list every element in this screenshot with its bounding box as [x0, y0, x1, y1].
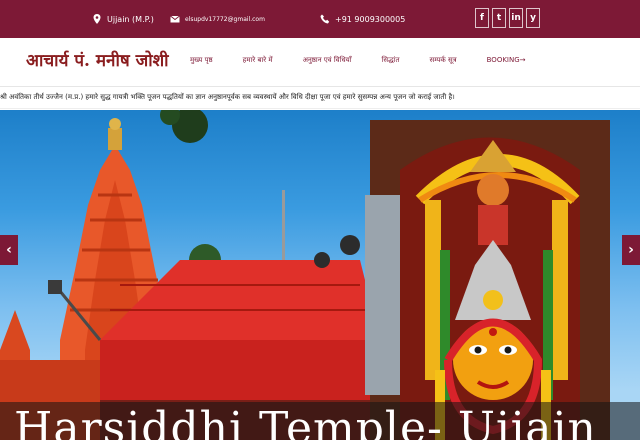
- email-text[interactable]: elsupdv17772@gmail.com: [185, 16, 265, 23]
- nav-item-principles[interactable]: सिद्धांत: [382, 56, 400, 65]
- site-logo[interactable]: आचार्य पं. मनीष जोशी: [26, 48, 169, 71]
- main-navbar: आचार्य पं. मनीष जोशी मुख्य पृष्ठ हमारे ब…: [0, 38, 640, 87]
- location-info: Ujjain (M.P.): [92, 0, 154, 38]
- phone-info[interactable]: +91 9009300005: [320, 0, 405, 38]
- chevron-right-icon: ›: [628, 242, 634, 258]
- phone-icon: [320, 14, 330, 24]
- map-marker-icon: [92, 14, 102, 24]
- twitter-icon[interactable]: t: [492, 8, 506, 28]
- chevron-left-icon: ‹: [6, 242, 12, 258]
- email-info[interactable]: elsupdv17772@gmail.com: [170, 0, 265, 38]
- nav-item-about[interactable]: हमारे बारे में: [243, 56, 273, 65]
- nav-item-rituals[interactable]: अनुष्ठान एवं विधियाँ: [303, 56, 352, 65]
- social-links: f t in y: [475, 8, 540, 28]
- nav-menu: मुख्य पृष्ठ हमारे बारे में अनुष्ठान एवं …: [190, 56, 526, 65]
- slide-caption: Harsiddhi Temple- Ujjain: [14, 403, 597, 440]
- phone-text[interactable]: +91 9009300005: [335, 15, 405, 24]
- envelope-icon: [170, 14, 180, 24]
- hero-slider: ‹ › Harsiddhi Temple- Ujjain: [0, 110, 640, 440]
- slider-next-button[interactable]: ›: [622, 235, 640, 265]
- slider-prev-button[interactable]: ‹: [0, 235, 18, 265]
- nav-item-booking[interactable]: BOOKING→: [487, 56, 526, 65]
- nav-item-contact[interactable]: सम्पर्क सूत्र: [429, 56, 456, 65]
- nav-item-home[interactable]: मुख्य पृष्ठ: [190, 56, 213, 65]
- location-text: Ujjain (M.P.): [107, 14, 154, 24]
- facebook-icon[interactable]: f: [475, 8, 489, 28]
- announcement-ticker: श्री अवंतिका तीर्थ उज्जैन (म.प्र.) हमारे…: [0, 86, 640, 109]
- top-bar: Ujjain (M.P.) elsupdv17772@gmail.com +91…: [0, 0, 640, 38]
- youtube-icon[interactable]: y: [526, 8, 540, 28]
- temple-slide-image: [0, 110, 610, 440]
- linkedin-icon[interactable]: in: [509, 8, 523, 28]
- ticker-text: श्री अवंतिका तीर्थ उज्जैन (म.प्र.) हमारे…: [0, 92, 455, 101]
